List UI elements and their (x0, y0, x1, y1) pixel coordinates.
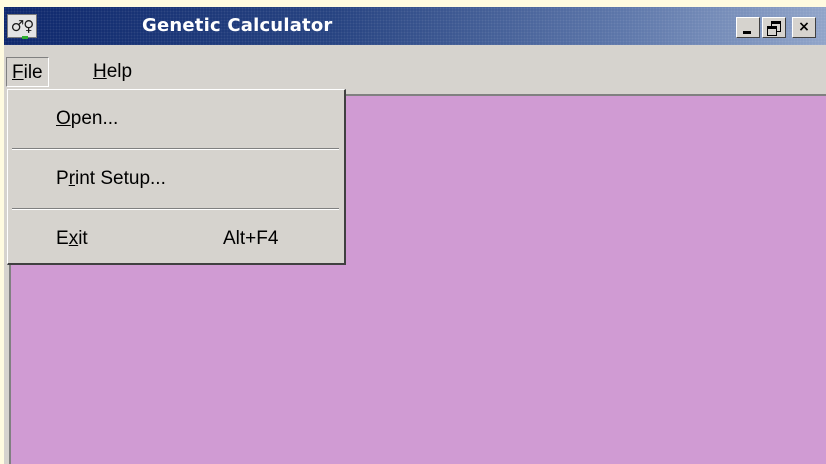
menu-file[interactable]: File (6, 57, 49, 87)
menu-item-exit[interactable]: Exit Alt+F4 (8, 223, 343, 255)
menu-separator (12, 208, 339, 210)
restore-icon (767, 21, 781, 36)
app-window: ♂♀ Genetic Calculator × File Help Open..… (4, 7, 826, 464)
file-dropdown-menu: Open... Print Setup... Exit Alt+F4 (7, 89, 346, 265)
menu-item-open[interactable]: Open... (8, 103, 343, 135)
menu-bar: File Help (4, 57, 826, 87)
close-icon: × (798, 19, 810, 35)
menu-item-exit-shortcut: Alt+F4 (223, 228, 279, 249)
menu-item-print-setup[interactable]: Print Setup... (8, 163, 343, 195)
title-bar[interactable]: ♂♀ Genetic Calculator × (4, 7, 826, 45)
app-icon-glyph: ♂♀ (10, 17, 34, 35)
menu-file-label: ile (23, 62, 43, 83)
restore-button[interactable] (762, 17, 786, 38)
menu-item-open-label: Open... (56, 108, 119, 129)
menu-item-exit-label: Exit (56, 228, 88, 249)
menu-help-label: elp (106, 61, 133, 82)
menu-file-hotkey: F (12, 62, 24, 83)
menu-separator (12, 148, 339, 150)
app-icon[interactable]: ♂♀ (7, 14, 37, 39)
close-button[interactable]: × (792, 17, 816, 38)
menu-help[interactable]: Help (88, 57, 137, 87)
window-title: Genetic Calculator (142, 15, 333, 36)
menu-help-hotkey: H (93, 61, 107, 82)
minimize-button[interactable] (736, 17, 760, 38)
menu-item-print-setup-label: Print Setup... (56, 168, 166, 189)
